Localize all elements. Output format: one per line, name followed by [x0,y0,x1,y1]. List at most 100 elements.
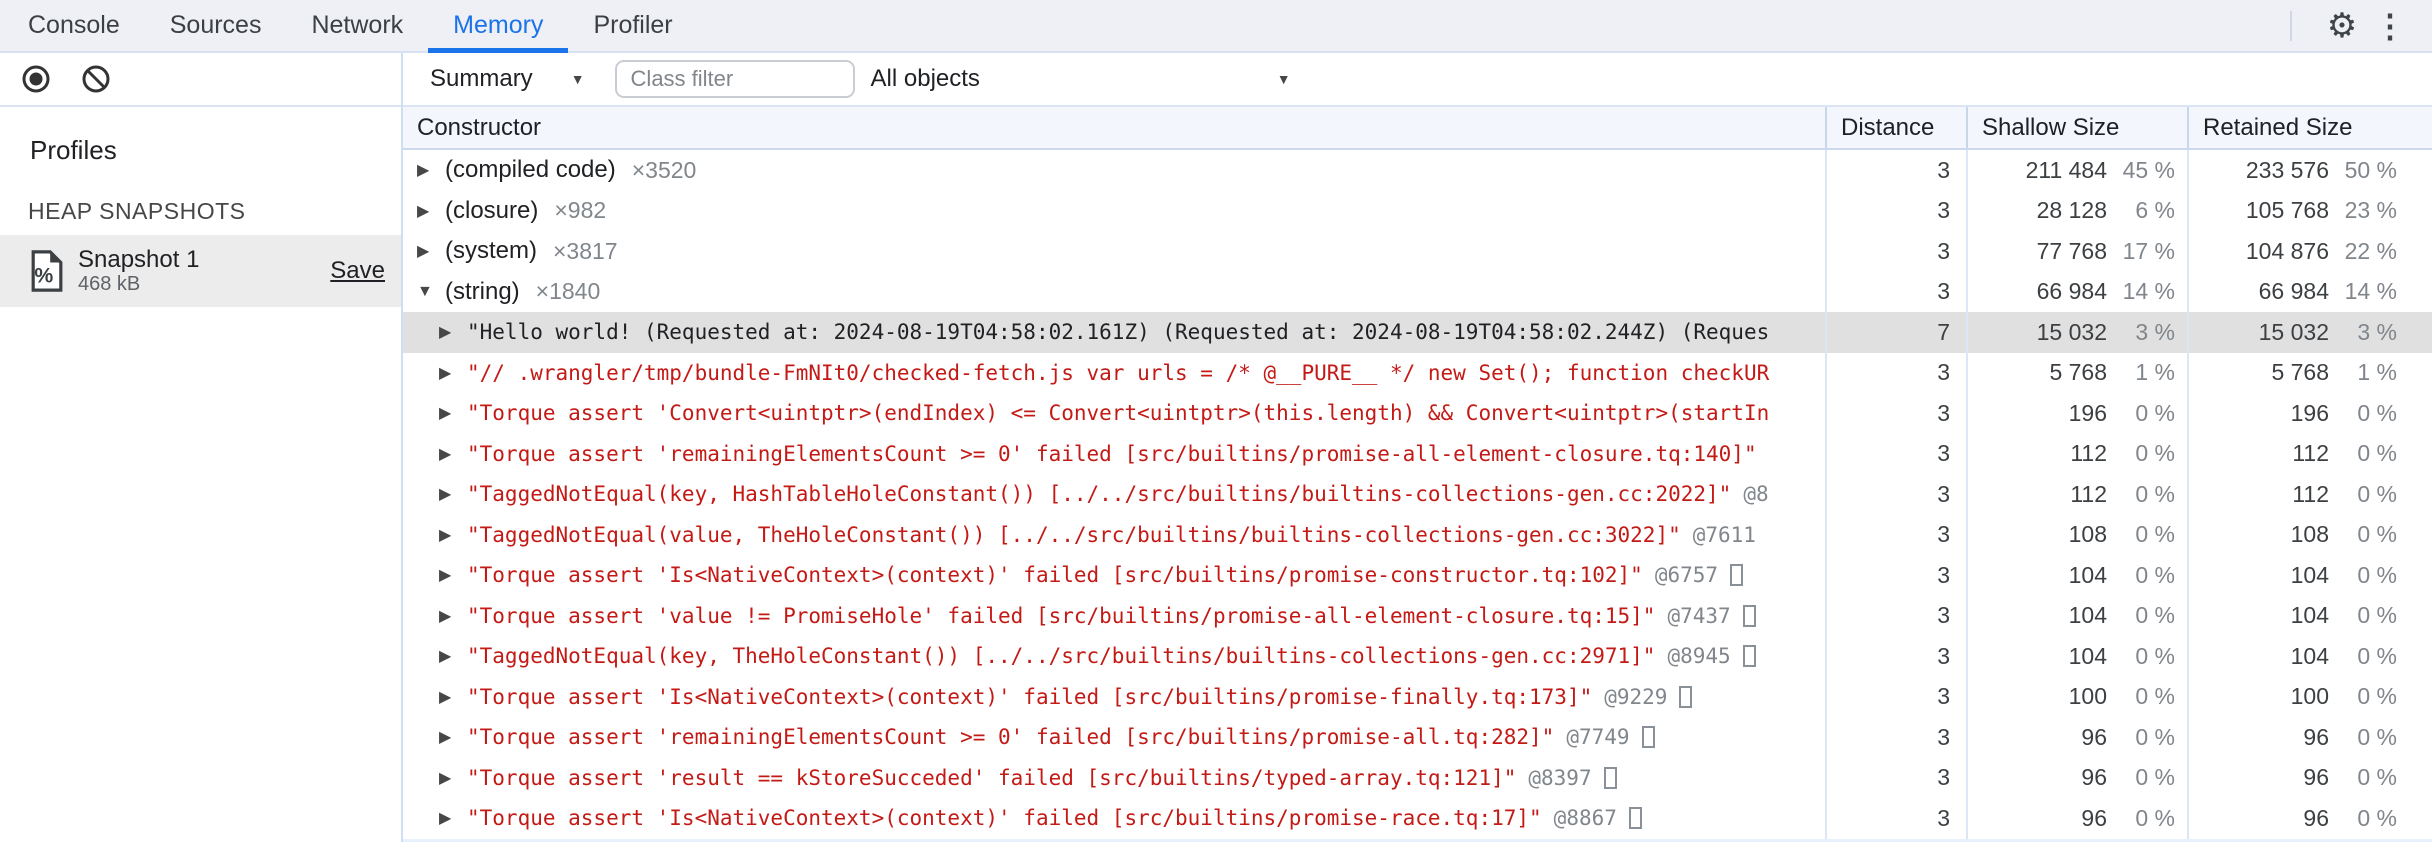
distance-cell: 3 [1825,150,1966,191]
table-row[interactable]: ▶ "TaggedNotEqual(key, TheHoleConstant())… [403,636,2432,677]
shallow-percent: 0 % [2135,683,2175,710]
profiles-sidebar: Profiles HEAP SNAPSHOTS % Snapshot 1 468… [0,53,403,842]
instance-count: ×3817 [553,237,618,264]
retained-size-cell: 15 032 3 % [2187,312,2432,353]
shallow-bytes: 96 [2081,723,2107,750]
table-row[interactable]: ▶ (system) ×3817 3 77 768 17 % 104 876 22 % [403,231,2432,272]
shallow-bytes: 112 [2070,440,2107,467]
retained-percent: 0 % [2357,642,2397,669]
collapsed-arrow-icon[interactable]: ▶ [439,363,467,383]
sidebar-item-snapshot-1[interactable]: % Snapshot 1 468 kB Save [0,235,401,307]
shallow-size-cell: 96 0 % [1966,757,2187,798]
missing-glyph-box-icon [1742,645,1756,668]
object-id: @8867 [1553,806,1617,831]
shallow-bytes: 100 [2068,683,2107,710]
missing-glyph-box-icon [1679,685,1693,708]
table-row[interactable]: ▶ (closure) ×982 3 28 128 6 % 105 768 23 % [403,190,2432,232]
collapsed-arrow-icon[interactable]: ▶ [439,687,467,707]
table-row[interactable]: ▶ "Torque assert 'Is<NativeContext>(conte… [403,555,2432,596]
table-row[interactable]: ▶ "Torque assert 'Convert<uintptr>(endInd… [403,393,2432,434]
tab-console[interactable]: Console [3,0,145,51]
retained-bytes: 104 876 [2245,237,2329,264]
distance-cell: 3 [1825,474,1966,515]
settings-gear-icon[interactable]: ⚙ [2318,2,2366,50]
column-header-distance[interactable]: Distance [1825,107,1966,148]
distance-cell: 3 [1825,271,1966,312]
table-row[interactable]: ▶ "Torque assert 'result == kStoreSuccede… [403,757,2432,798]
table-row[interactable]: ▶ "Torque assert 'Is<NativeContext>(conte… [403,676,2432,717]
tab-sources[interactable]: Sources [145,0,287,51]
collapsed-arrow-icon[interactable]: ▶ [439,565,467,585]
table-row[interactable]: ▶ "TaggedNotEqual(value, TheHoleConstant(… [403,514,2432,556]
shallow-percent: 0 % [2135,561,2175,588]
constructor-cell: ▶ (closure) ×982 [403,191,1825,232]
retained-bytes: 96 [2303,723,2329,750]
expanded-arrow-icon[interactable]: ▼ [417,283,445,301]
more-options-icon[interactable]: ⋮ [2366,2,2414,50]
table-row[interactable]: ▶ "Hello world! (Requested at: 2024-08-19… [403,312,2432,353]
constructor-cell: ▶ "TaggedNotEqual(key, HashTableHoleConst… [403,474,1825,515]
distance-cell: 3 [1825,352,1966,393]
collapsed-arrow-icon[interactable]: ▶ [439,646,467,666]
collapsed-arrow-icon[interactable]: ▶ [439,403,467,423]
shallow-bytes: 211 484 [2025,156,2107,183]
retained-size-cell: 233 576 50 % [2187,150,2432,191]
collapsed-arrow-icon[interactable]: ▶ [439,444,467,464]
tab-memory[interactable]: Memory [428,0,569,53]
retained-percent: 14 % [2344,278,2397,305]
collapsed-arrow-icon[interactable]: ▶ [439,322,467,342]
column-header-constructor[interactable]: Constructor [403,107,1825,148]
retained-size-cell: 96 0 % [2187,798,2432,839]
shallow-size-cell: 66 984 14 % [1966,271,2187,312]
constructor-cell: ▶ (compiled code) ×3520 [403,150,1825,191]
object-scope-select[interactable]: All objects ▼ [871,65,1291,93]
shallow-bytes: 104 [2068,602,2107,629]
collapsed-arrow-icon[interactable]: ▶ [417,241,445,261]
shallow-percent: 0 % [2135,521,2175,548]
main-row: Profiles HEAP SNAPSHOTS % Snapshot 1 468… [0,53,2432,842]
retained-bytes: 5 768 [2271,359,2329,386]
collapsed-arrow-icon[interactable]: ▶ [417,160,445,180]
table-row[interactable]: ▶ "// .wrangler/tmp/bundle-FmNIt0/checked… [403,352,2432,393]
collapsed-arrow-icon[interactable]: ▶ [439,727,467,747]
collapsed-arrow-icon[interactable]: ▶ [439,606,467,626]
collapsed-arrow-icon[interactable]: ▶ [439,525,467,545]
snapshot-toolbar: Summary ▼ All objects ▼ [403,53,2432,107]
shallow-size-cell: 104 0 % [1966,636,2187,677]
tab-network[interactable]: Network [286,0,428,51]
collapsed-arrow-icon[interactable]: ▶ [439,484,467,504]
class-filter-input[interactable] [614,60,855,98]
record-heap-snapshot-button[interactable] [20,63,52,95]
retained-percent: 22 % [2344,237,2397,264]
table-row[interactable]: ▶ "Torque assert 'remainingElementsCount … [403,717,2432,758]
shallow-size-cell: 28 128 6 % [1966,190,2187,231]
distance-cell: 7 [1825,312,1966,353]
retained-bytes: 105 768 [2245,197,2329,224]
collapsed-arrow-icon[interactable]: ▶ [439,808,467,828]
collapsed-arrow-icon[interactable]: ▶ [417,201,445,221]
column-header-shallow-size[interactable]: Shallow Size [1966,107,2187,148]
distance-cell: 3 [1825,798,1966,839]
shallow-bytes: 96 [2081,764,2107,791]
clear-profiles-button[interactable] [80,63,112,95]
collapsed-arrow-icon[interactable]: ▶ [439,768,467,788]
table-row[interactable]: ▶ "Torque assert 'value != PromiseHole' f… [403,595,2432,636]
missing-glyph-box-icon [1628,807,1642,830]
shallow-size-cell: 5 768 1 % [1966,352,2187,393]
object-id: @7437 [1667,603,1731,628]
table-row[interactable]: ▶ "Torque assert 'remainingElementsCount … [403,433,2432,474]
tab-profiler[interactable]: Profiler [568,0,697,51]
table-row[interactable]: ▼ (string) ×1840 3 66 984 14 % 66 984 14 % [403,271,2432,312]
constructor-cell: ▶ "Torque assert 'Is<NativeContext>(conte… [403,555,1825,596]
save-snapshot-link[interactable]: Save [330,257,385,285]
table-row[interactable]: ▶ "Torque assert 'Is<NativeContext>(conte… [403,798,2432,839]
table-row[interactable]: ▶ (compiled code) ×3520 3 211 484 45 % 233 576… [403,150,2432,191]
table-row[interactable]: ▶ "TaggedNotEqual(key, HashTableHoleConst… [403,474,2432,515]
retained-size-cell: 104 0 % [2187,595,2432,636]
constructor-name: (system) [445,237,537,265]
distance-cell: 3 [1825,757,1966,798]
constructor-cell: ▶ "TaggedNotEqual(value, TheHoleConstant(… [403,515,1825,556]
perspective-select[interactable]: Summary ▼ [430,65,585,93]
column-header-retained-size[interactable]: Retained Size [2187,107,2432,148]
missing-glyph-box-icon [1742,604,1756,627]
